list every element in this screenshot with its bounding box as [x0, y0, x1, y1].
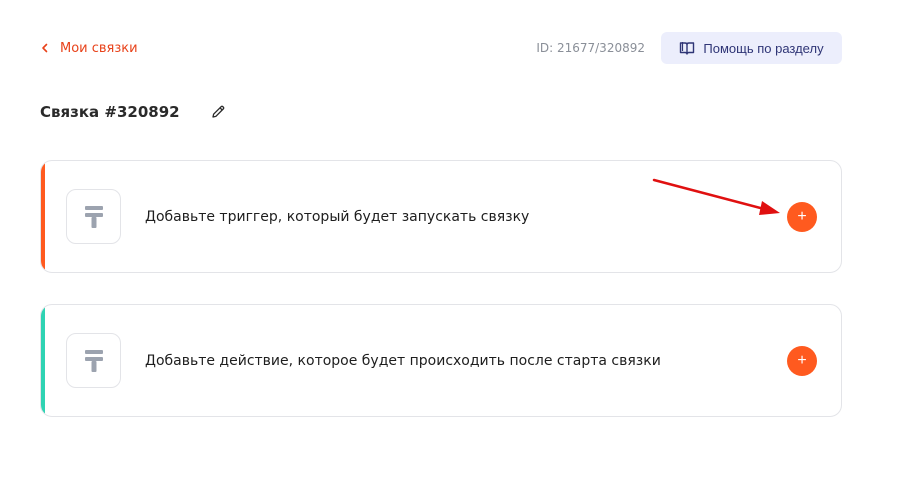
top-bar: Мои связки ID: 21677/320892 Помощь по ра…: [40, 32, 842, 64]
action-card[interactable]: Добавьте действие, которое будет происхо…: [40, 304, 842, 417]
bundle-title-row: Связка #320892: [40, 100, 228, 124]
back-link-label: Мои связки: [60, 40, 138, 56]
trigger-label: Добавьте триггер, который будет запускат…: [145, 208, 530, 225]
placeholder-app-icon: [66, 333, 121, 388]
add-action-button[interactable]: +: [787, 346, 817, 376]
bundle-title: Связка #320892: [40, 103, 180, 121]
trigger-accent-bar: [41, 161, 45, 272]
back-link-my-bundles[interactable]: Мои связки: [40, 32, 138, 64]
action-accent-bar: [41, 305, 45, 416]
action-label: Добавьте действие, которое будет происхо…: [145, 352, 661, 369]
book-icon: [680, 42, 695, 55]
chevron-left-icon: [42, 43, 48, 53]
pencil-icon: [211, 105, 224, 118]
trigger-card[interactable]: Добавьте триггер, который будет запускат…: [40, 160, 842, 273]
placeholder-app-icon: [66, 189, 121, 244]
help-button[interactable]: Помощь по разделу: [661, 32, 842, 64]
add-trigger-button[interactable]: +: [787, 202, 817, 232]
edit-title-button[interactable]: [208, 102, 228, 122]
bundle-id-text: ID: 21677/320892: [536, 41, 645, 55]
help-button-label: Помощь по разделу: [703, 40, 824, 56]
